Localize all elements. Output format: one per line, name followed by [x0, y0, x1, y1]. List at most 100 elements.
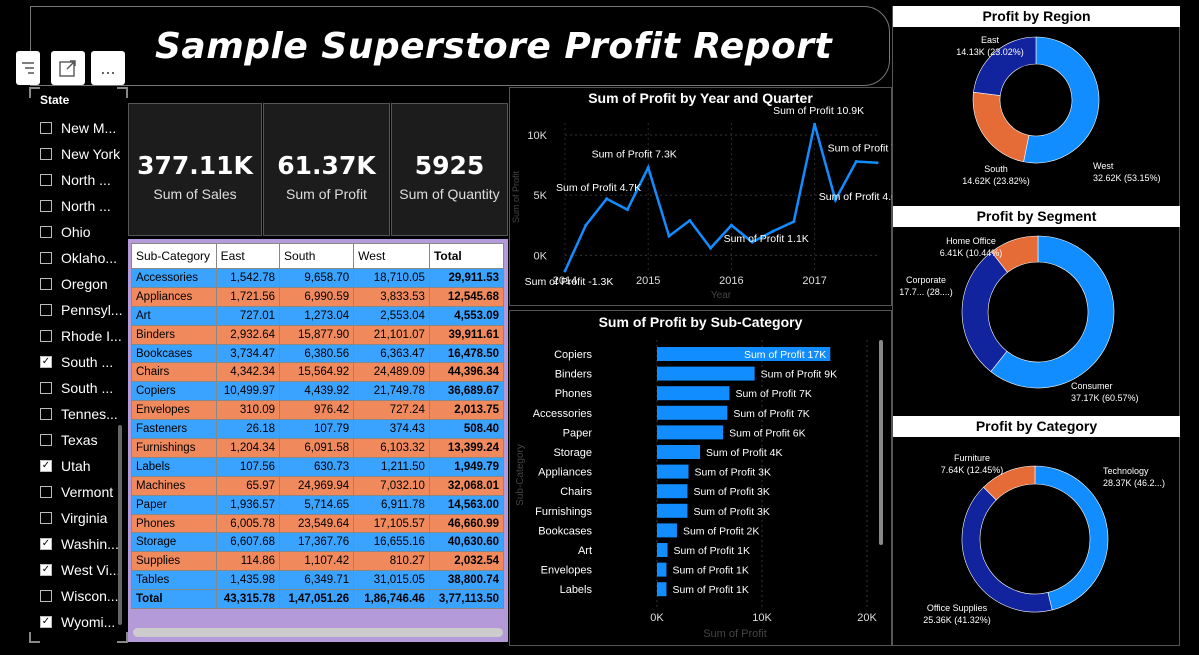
slicer-item[interactable]: North ...: [40, 195, 111, 217]
cell-total: 44,396.34: [428, 362, 505, 383]
table-row[interactable]: Binders 2,932.64 15,877.90 21,101.07 39,911.…: [131, 324, 505, 345]
slicer-item[interactable]: ✓ West Vi...: [40, 559, 120, 581]
checkbox-icon[interactable]: [40, 434, 52, 446]
slicer-item[interactable]: Pennsyl...: [40, 299, 122, 321]
table-row[interactable]: Fasteners 26.18 107.79 374.43 508.40: [131, 419, 505, 440]
checkbox-icon[interactable]: [40, 174, 52, 186]
checkbox-icon[interactable]: [40, 408, 52, 420]
cell-west: 21,101.07: [353, 324, 430, 345]
header-west[interactable]: West: [353, 243, 430, 269]
table-row[interactable]: Storage 6,607.68 17,367.76 16,655.16 40,630.…: [131, 532, 505, 553]
table-row[interactable]: Phones 6,005.78 23,549.64 17,105.57 46,660.9…: [131, 513, 505, 534]
checkbox-checked-icon[interactable]: ✓: [40, 616, 52, 628]
bar-data-label: Sum of Profit 1K: [674, 545, 750, 557]
cell-south: 6,091.58: [279, 438, 355, 458]
table-row[interactable]: Chairs 4,342.34 15,564.92 24,489.09 44,396.3…: [131, 362, 505, 383]
cell-sub-category: Furnishings: [131, 438, 217, 458]
checkbox-checked-icon[interactable]: ✓: [40, 564, 52, 576]
slicer-item[interactable]: Rhode I...: [40, 325, 122, 347]
table-row[interactable]: Tables 1,435.98 6,349.71 31,015.05 38,800.74: [131, 570, 505, 591]
slicer-item[interactable]: New M...: [40, 117, 116, 139]
cell-total: 32,068.01: [428, 475, 505, 496]
focus-mode-icon[interactable]: [51, 51, 85, 85]
data-label: Sum of Profit 10.9K: [773, 105, 864, 117]
checkbox-icon[interactable]: [40, 512, 52, 524]
slicer-item-label: Wyomi...: [61, 614, 116, 630]
table-scrollbar[interactable]: [133, 628, 503, 637]
table-row[interactable]: Paper 1,936.57 5,714.65 6,911.78 14,563.00: [131, 494, 505, 515]
cell-east: 1,542.78: [215, 268, 281, 288]
slicer-item[interactable]: ✓ Wyomi...: [40, 611, 115, 633]
checkbox-icon[interactable]: [40, 590, 52, 602]
slicer-item-label: Oklaho...: [61, 250, 118, 266]
cell-east: 1,435.98: [215, 570, 281, 591]
checkbox-icon[interactable]: [40, 330, 52, 342]
slicer-item[interactable]: ✓ Utah: [40, 455, 91, 477]
bar-data-label: Sum of Profit 3K: [695, 467, 771, 479]
cell-south: 1,107.42: [279, 551, 355, 572]
header-east[interactable]: East: [215, 243, 281, 269]
table-row[interactable]: Bookcases 3,734.47 6,380.56 6,363.47 16,478.…: [131, 343, 505, 364]
slicer-item[interactable]: Oklaho...: [40, 247, 117, 269]
slicer-item[interactable]: South ...: [40, 377, 113, 399]
cell-total-label: Total: [131, 589, 217, 610]
slicer-item[interactable]: ✓ South ...: [40, 351, 113, 373]
slicer-item[interactable]: New York: [40, 143, 120, 165]
profit-matrix: Sub-Category East South West Total Acces…: [131, 243, 505, 610]
filter-icon[interactable]: [16, 51, 40, 85]
slicer-item-label: South ...: [61, 380, 114, 396]
slicer-item[interactable]: North ...: [40, 169, 111, 191]
checkbox-checked-icon[interactable]: ✓: [40, 460, 52, 472]
slicer-item[interactable]: Oregon: [40, 273, 108, 295]
cell-east: 10,499.97: [215, 381, 281, 402]
header-sub-category[interactable]: Sub-Category: [131, 243, 217, 269]
bar: [657, 503, 688, 518]
slicer-item[interactable]: ✓ Washin...: [40, 533, 119, 555]
cell-total: 29,911.53: [428, 268, 505, 288]
category-label: Furnishings: [535, 506, 592, 518]
cell-south: 4,439.92: [279, 381, 355, 402]
checkbox-icon[interactable]: [40, 278, 52, 290]
checkbox-checked-icon[interactable]: ✓: [40, 538, 52, 550]
table-row[interactable]: Labels 107.56 630.73 1,211.50 1,949.79: [131, 456, 505, 477]
cell-west: 727.24: [353, 400, 430, 421]
table-row[interactable]: Copiers 10,499.97 4,439.92 21,749.78 36,689.…: [131, 381, 505, 402]
table-row[interactable]: Accessories 1,542.78 9,658.70 18,710.05 29,9…: [131, 268, 505, 288]
table-row[interactable]: Machines 65.97 24,969.94 7,032.10 32,068.01: [131, 475, 505, 496]
slicer-item-label: Texas: [61, 432, 98, 448]
cell-south: 1,273.04: [279, 305, 355, 326]
slicer-item[interactable]: Virginia: [40, 507, 107, 529]
checkbox-icon[interactable]: [40, 200, 52, 212]
slicer-scrollbar[interactable]: [118, 425, 122, 625]
slicer-item[interactable]: Tennes...: [40, 403, 118, 425]
cell-east: 107.56: [215, 456, 281, 477]
checkbox-icon[interactable]: [40, 148, 52, 160]
cell-south: 6,349.71: [279, 570, 355, 591]
checkbox-checked-icon[interactable]: ✓: [40, 356, 52, 368]
slicer-item[interactable]: Texas: [40, 429, 98, 451]
more-options-button[interactable]: ...: [91, 51, 125, 85]
checkbox-icon[interactable]: [40, 226, 52, 238]
slice-name-label: East: [981, 35, 1000, 45]
table-row[interactable]: Art 727.01 1,273.04 2,553.04 4,553.09: [131, 305, 505, 326]
slicer-item[interactable]: Ohio: [40, 221, 91, 243]
slicer-item[interactable]: Vermont: [40, 481, 113, 503]
checkbox-icon[interactable]: [40, 252, 52, 264]
header-total[interactable]: Total: [428, 243, 505, 269]
bar: [657, 464, 689, 479]
x-tick-label: 2015: [636, 275, 660, 287]
bar: [657, 582, 667, 597]
bar-data-label: Sum of Profit 2K: [683, 525, 759, 537]
table-row[interactable]: Furnishings 1,204.34 6,091.58 6,103.32 13,39…: [131, 438, 505, 458]
checkbox-icon[interactable]: [40, 382, 52, 394]
table-row[interactable]: Appliances 1,721.56 6,990.59 3,833.53 12,545…: [131, 286, 505, 307]
checkbox-icon[interactable]: [40, 486, 52, 498]
table-row[interactable]: Envelopes 310.09 976.42 727.24 2,013.75: [131, 400, 505, 421]
category-label: Chairs: [560, 486, 592, 498]
header-south[interactable]: South: [279, 243, 355, 269]
slicer-item[interactable]: Wiscon...: [40, 585, 119, 607]
cell-total: 16,478.50: [428, 343, 505, 364]
table-row[interactable]: Supplies 114.86 1,107.42 810.27 2,032.54: [131, 551, 505, 572]
checkbox-icon[interactable]: [40, 304, 52, 316]
checkbox-icon[interactable]: [40, 122, 52, 134]
